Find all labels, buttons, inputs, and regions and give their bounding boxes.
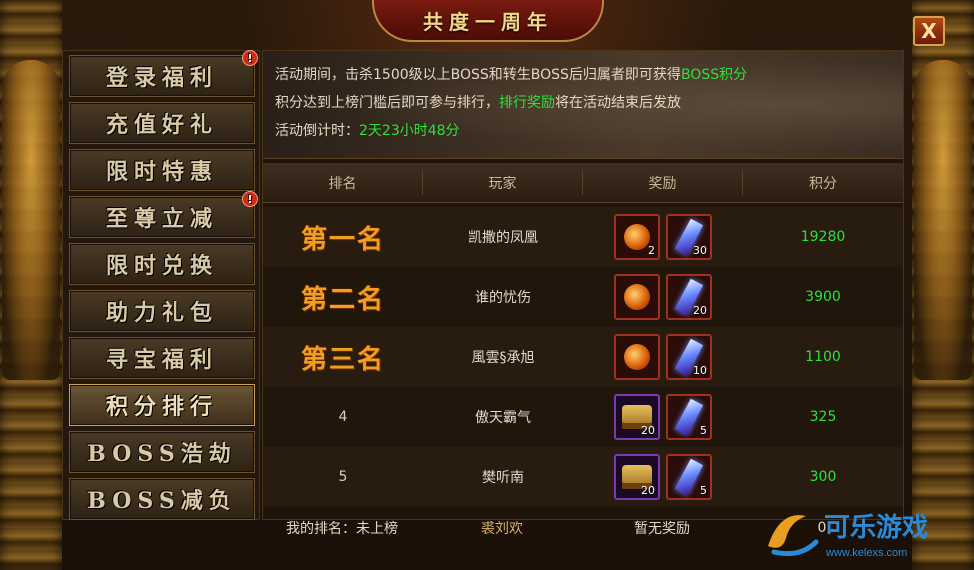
reward-item[interactable]: 20 — [614, 454, 660, 500]
event-rule-line: 积分达到上榜门槛后即可参与排行，排行奖励将在活动结束后发放 — [275, 95, 681, 111]
rank-label: 第二名 — [300, 284, 385, 315]
reward-qty: 30 — [693, 244, 707, 257]
rank-label: 4 — [338, 409, 348, 425]
score-value: 19280 — [800, 229, 846, 245]
reward-qty: 5 — [700, 484, 707, 497]
player-name: 樊听南 — [482, 470, 524, 486]
ranking-table-header: 排名 玩家 奖励 积分 — [263, 163, 903, 203]
sidebar-item-points-ranking[interactable]: 积分排行 — [69, 384, 255, 426]
reward-qty: 5 — [700, 424, 707, 437]
rank-label: 第三名 — [300, 344, 385, 375]
reward-item[interactable]: 10 — [666, 334, 712, 380]
reward-item[interactable] — [614, 274, 660, 320]
reward-item[interactable]: 5 — [666, 454, 712, 500]
potion-icon — [624, 224, 650, 250]
reward-item[interactable]: 20 — [614, 394, 660, 440]
sidebar-item-label: BOSS浩劫 — [87, 441, 237, 467]
alert-badge-icon: ! — [242, 191, 258, 207]
left-guardian-statue — [2, 60, 60, 380]
reward-item[interactable] — [614, 334, 660, 380]
player-name: 傲天霸气 — [475, 410, 531, 426]
sidebar-item-treasure-hunt[interactable]: 寻宝福利 — [69, 337, 255, 379]
sidebar-item-limited-offer[interactable]: 限时特惠 — [69, 149, 255, 191]
reward-item[interactable]: 20 — [666, 274, 712, 320]
right-guardian-statue — [914, 60, 972, 380]
reward-qty: 20 — [641, 484, 655, 497]
window-title: 共度一周年 — [372, 0, 604, 42]
my-rank-label: 我的排名：未上榜 — [286, 521, 398, 537]
potion-icon — [624, 284, 650, 310]
sidebar-item-label: 助力礼包 — [105, 300, 218, 326]
crystal-icon — [674, 458, 704, 496]
sidebar-item-label: 登录福利 — [105, 65, 218, 91]
reward-qty: 2 — [648, 244, 655, 257]
potion-icon — [624, 344, 650, 370]
score-value: 1100 — [805, 349, 841, 365]
header-score: 积分 — [809, 175, 837, 192]
table-row: 4 傲天霸气 20 5 325 — [263, 387, 903, 447]
sidebar-item-supreme-discount[interactable]: 至尊立减 ! — [69, 191, 258, 238]
watermark-url: www.kelexs.com — [825, 547, 907, 559]
sidebar-item-label: BOSS减负 — [87, 488, 237, 514]
sidebar-item-boss-relief[interactable]: BOSS减负 — [69, 478, 255, 520]
close-button[interactable]: X — [913, 16, 945, 46]
sidebar-item-assist-pack[interactable]: 助力礼包 — [69, 290, 255, 332]
sidebar-item-label: 至尊立减 — [105, 206, 218, 232]
boss-points-highlight: BOSS积分 — [680, 67, 748, 83]
window-frame: 共度一周年 X 登录福利 ! 充值好礼 限时特惠 至尊立减 ! 限时兑换 助力礼… — [0, 0, 974, 570]
sidebar-item-label: 充值好礼 — [105, 112, 218, 138]
score-value: 325 — [809, 409, 837, 425]
my-reward: 暂无奖励 — [634, 521, 690, 537]
watermark-logo: 可乐游戏 www.kelexs.com — [768, 512, 928, 559]
countdown-line: 活动倒计时：2天23小时48分 — [275, 123, 460, 139]
reward-item[interactable]: 30 — [666, 214, 712, 260]
event-description-line: 活动期间，击杀1500级以上BOSS和转生BOSS后归属者即可获得BOSS积分 — [275, 67, 748, 83]
watermark-brand: 可乐游戏 — [824, 512, 928, 542]
event-banner: 活动期间，击杀1500级以上BOSS和转生BOSS后归属者即可获得BOSS积分 … — [263, 51, 903, 159]
sidebar-item-login-bonus[interactable]: 登录福利 ! — [69, 50, 258, 97]
table-row: 5 樊听南 20 5 300 — [263, 447, 903, 507]
score-value: 300 — [809, 469, 837, 485]
sidebar-item-label: 限时特惠 — [105, 159, 218, 185]
sidebar: 登录福利 ! 充值好礼 限时特惠 至尊立减 ! 限时兑换 助力礼包 寻宝福利 积… — [62, 50, 260, 520]
sidebar-item-limited-exchange[interactable]: 限时兑换 — [69, 243, 255, 285]
table-row: 第一名 凯撒的凤凰 2 30 19280 — [263, 207, 903, 267]
sidebar-item-label: 积分排行 — [105, 394, 218, 420]
player-name: 谁的忧伤 — [475, 290, 531, 306]
sidebar-item-recharge-gift[interactable]: 充值好礼 — [69, 102, 255, 144]
crystal-icon — [674, 398, 704, 436]
table-row: 第二名 谁的忧伤 20 3900 — [263, 267, 903, 327]
reward-item[interactable]: 5 — [666, 394, 712, 440]
ranking-reward-link[interactable]: 排行奖励 — [499, 95, 555, 111]
main-panel: 活动期间，击杀1500级以上BOSS和转生BOSS后归属者即可获得BOSS积分 … — [262, 50, 904, 520]
reward-qty: 20 — [641, 424, 655, 437]
header-rank: 排名 — [263, 170, 423, 195]
alert-badge-icon: ! — [242, 50, 258, 66]
countdown-timer: 2天23小时48分 — [359, 123, 460, 139]
table-row: 第三名 風雲§承旭 10 1100 — [263, 327, 903, 387]
player-name: 風雲§承旭 — [471, 350, 535, 366]
sidebar-item-label: 限时兑换 — [105, 253, 218, 279]
sidebar-item-boss-havoc[interactable]: BOSS浩劫 — [69, 431, 255, 473]
reward-qty: 10 — [693, 364, 707, 377]
reward-qty: 20 — [693, 304, 707, 317]
header-reward: 奖励 — [583, 170, 743, 195]
rank-label: 第一名 — [300, 224, 385, 255]
my-player-name: 裘刘欢 — [481, 521, 523, 537]
player-name: 凯撒的凤凰 — [468, 230, 538, 246]
rank-label: 5 — [338, 469, 348, 485]
score-value: 3900 — [805, 289, 841, 305]
close-icon: X — [921, 19, 937, 43]
reward-item[interactable]: 2 — [614, 214, 660, 260]
sidebar-item-label: 寻宝福利 — [105, 347, 218, 373]
header-player: 玩家 — [423, 170, 583, 195]
